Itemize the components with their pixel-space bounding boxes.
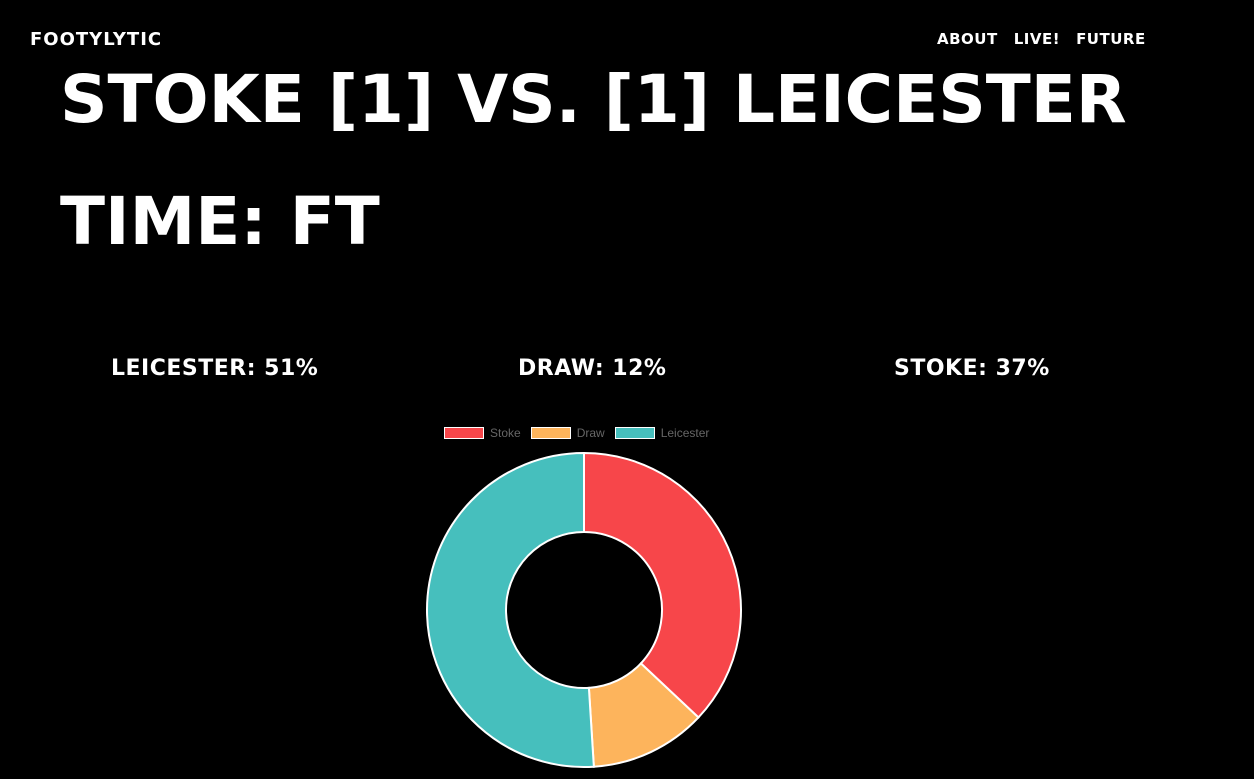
slice-stoke[interactable] bbox=[583, 451, 742, 719]
slice-leicester[interactable] bbox=[425, 451, 595, 768]
probability-doughnut-chart bbox=[425, 451, 742, 768]
page: FOOTYLYTIC ABOUT LIVE! FUTURE STOKE [1] … bbox=[0, 0, 1254, 779]
